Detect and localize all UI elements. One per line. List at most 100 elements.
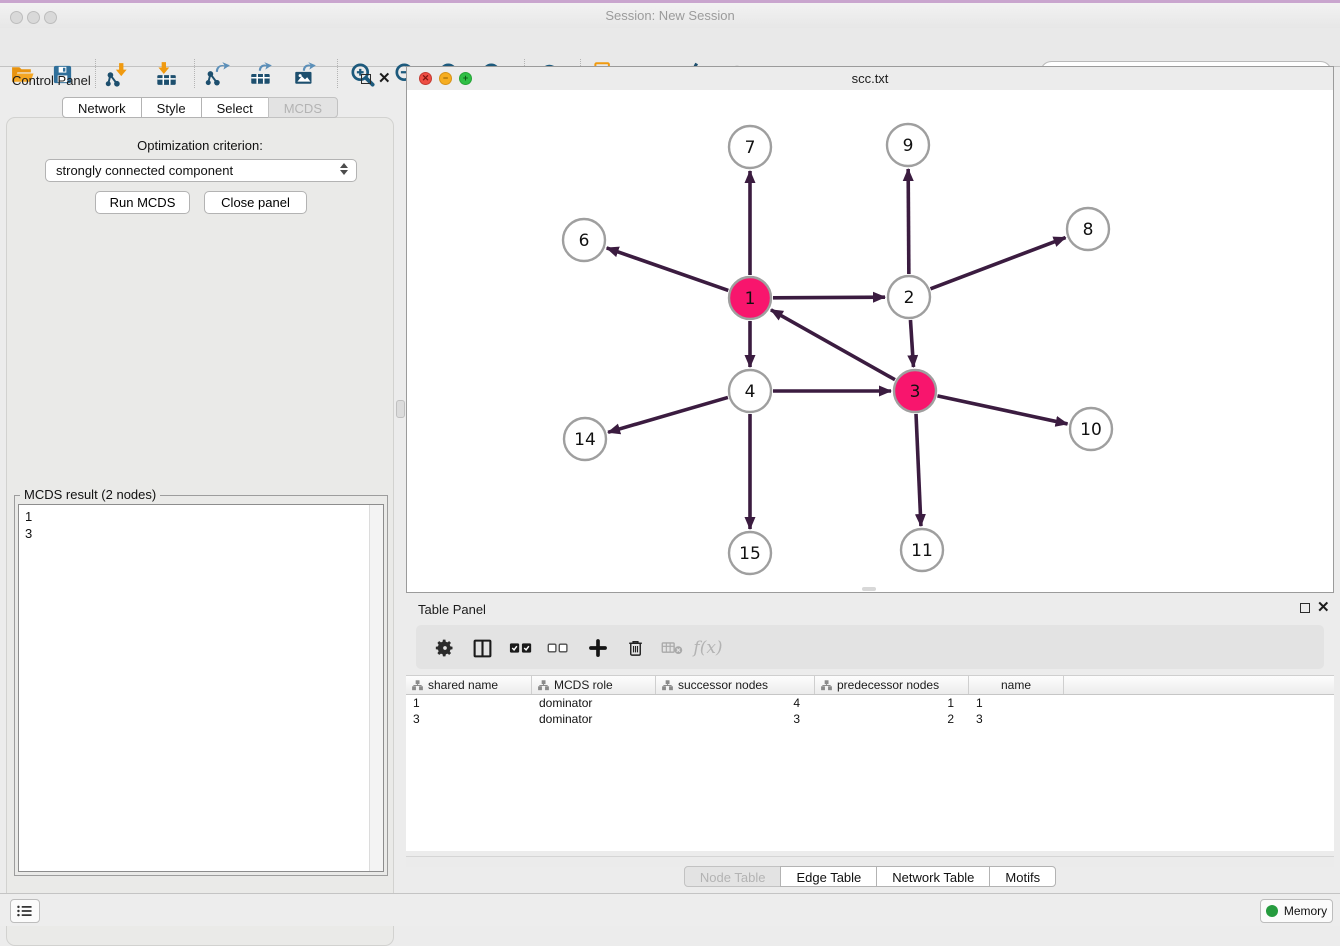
table-cell[interactable]: 3 <box>969 711 1064 727</box>
run-mcds-button[interactable]: Run MCDS <box>95 191 190 214</box>
result-scrollbar[interactable] <box>369 505 383 871</box>
tab-mcds[interactable]: MCDS <box>268 97 338 118</box>
float-table-panel-icon[interactable] <box>1300 603 1310 613</box>
select-spinner-icon <box>340 163 348 175</box>
column-header-name[interactable]: name <box>969 676 1064 694</box>
edge-2-8[interactable] <box>931 238 1066 289</box>
column-header-successor-nodes[interactable]: successor nodes <box>656 676 815 694</box>
node-label: 2 <box>904 288 915 308</box>
network-window: ✕ − + scc.txt 7 9 6 8 1 2 4 3 14 10 15 11 <box>406 66 1334 593</box>
edge-1-6[interactable] <box>607 248 729 290</box>
table-cell[interactable]: dominator <box>532 695 656 711</box>
show-columns-icon[interactable] <box>468 634 496 662</box>
control-panel-header: Control Panel ✕ <box>0 66 400 94</box>
table-cell[interactable]: 1 <box>406 695 532 711</box>
node-label: 10 <box>1080 420 1102 440</box>
column-header-MCDS-role[interactable]: MCDS role <box>532 676 656 694</box>
column-header-label: successor nodes <box>678 678 768 692</box>
create-column-icon[interactable] <box>584 634 612 662</box>
edge-1-2[interactable] <box>773 297 885 298</box>
close-panel-icon[interactable]: ✕ <box>378 71 391 87</box>
tab-node-table[interactable]: Node Table <box>684 866 782 887</box>
node-label: 6 <box>579 231 590 251</box>
table-cell[interactable]: 3 <box>406 711 532 727</box>
delete-table-icon[interactable] <box>658 634 686 662</box>
memory-button[interactable]: Memory <box>1260 899 1333 923</box>
table-toolbar: f(x) <box>416 625 1324 669</box>
float-panel-icon[interactable] <box>361 74 371 84</box>
control-panel: Control Panel ✕ NetworkStyleSelectMCDS O… <box>0 66 400 890</box>
delete-column-icon[interactable] <box>621 634 649 662</box>
table-panel-title: Table Panel <box>418 602 486 617</box>
node-label: 8 <box>1083 220 1094 240</box>
network-bottom-grip[interactable] <box>862 587 876 591</box>
function-builder-icon[interactable]: f(x) <box>694 634 722 662</box>
table-settings-gear-icon[interactable] <box>431 634 459 662</box>
node-7[interactable]: 7 <box>729 126 771 168</box>
optimization-criterion-label: Optimization criterion: <box>7 138 393 153</box>
table-body: 1dominator4113dominator323 <box>406 695 1334 727</box>
close-table-panel-icon[interactable]: ✕ <box>1317 600 1330 616</box>
network-window-titlebar[interactable]: ✕ − + scc.txt <box>407 67 1333 91</box>
edge-3-10[interactable] <box>937 396 1067 424</box>
select-all-rows-icon[interactable] <box>507 634 535 662</box>
edge-4-14[interactable] <box>608 397 728 432</box>
table-cell[interactable]: 4 <box>656 695 815 711</box>
tab-select[interactable]: Select <box>201 97 269 118</box>
tab-style[interactable]: Style <box>141 97 202 118</box>
deselect-all-rows-icon[interactable] <box>544 634 572 662</box>
memory-label: Memory <box>1284 904 1327 918</box>
network-canvas[interactable]: 7 9 6 8 1 2 4 3 14 10 15 11 <box>407 90 1333 592</box>
tab-edge-table[interactable]: Edge Table <box>780 866 877 887</box>
table-cell[interactable]: 3 <box>656 711 815 727</box>
column-header-label: predecessor nodes <box>837 678 939 692</box>
node-label: 1 <box>745 289 756 309</box>
tab-network-table[interactable]: Network Table <box>876 866 990 887</box>
edge-3-11[interactable] <box>916 414 921 526</box>
column-header-shared-name[interactable]: shared name <box>406 676 532 694</box>
edge-2-3[interactable] <box>910 320 913 367</box>
node-9[interactable]: 9 <box>887 124 929 166</box>
table-header-row: shared name MCDS role successor nodes prede… <box>406 675 1334 695</box>
result-line: 3 <box>25 525 377 542</box>
edge-2-9[interactable] <box>908 169 909 274</box>
node-11[interactable]: 11 <box>901 529 943 571</box>
mcds-result-text[interactable]: 13 <box>18 504 384 872</box>
node-label: 7 <box>745 138 756 158</box>
table-cell[interactable]: 1 <box>969 695 1064 711</box>
optimization-criterion-select[interactable]: strongly connected component <box>45 159 357 182</box>
network-graph[interactable]: 7 9 6 8 1 2 4 3 14 10 15 11 <box>407 90 1333 592</box>
node-8[interactable]: 8 <box>1067 208 1109 250</box>
node-10[interactable]: 10 <box>1070 408 1112 450</box>
node-label: 3 <box>910 382 921 402</box>
column-header-label: name <box>1001 678 1031 692</box>
list-icon <box>16 903 34 919</box>
panel-menu-button[interactable] <box>10 899 40 923</box>
edge-3-1[interactable] <box>771 310 895 380</box>
column-header-label: shared name <box>428 678 498 692</box>
tab-network[interactable]: Network <box>62 97 142 118</box>
close-panel-button[interactable]: Close panel <box>204 191 307 214</box>
mcds-result-title: MCDS result (2 nodes) <box>20 487 160 502</box>
table-cell[interactable]: dominator <box>532 711 656 727</box>
table-row[interactable]: 1dominator411 <box>406 695 1334 711</box>
column-type-icon <box>412 680 423 691</box>
node-2[interactable]: 2 <box>888 276 930 318</box>
column-type-icon <box>662 680 673 691</box>
table-cell[interactable]: 2 <box>815 711 969 727</box>
panel-splitter-grip[interactable] <box>396 400 405 418</box>
node-6[interactable]: 6 <box>563 219 605 261</box>
column-header-predecessor-nodes[interactable]: predecessor nodes <box>815 676 969 694</box>
node-4[interactable]: 4 <box>729 370 771 412</box>
node-label: 9 <box>903 136 914 156</box>
node-label: 15 <box>739 544 761 564</box>
node-1[interactable]: 1 <box>729 277 771 319</box>
table-tabs: Node TableEdge TableNetwork TableMotifs <box>406 866 1334 887</box>
result-line: 1 <box>25 508 377 525</box>
node-15[interactable]: 15 <box>729 532 771 574</box>
node-3[interactable]: 3 <box>894 370 936 412</box>
table-cell[interactable]: 1 <box>815 695 969 711</box>
table-row[interactable]: 3dominator323 <box>406 711 1334 727</box>
tab-motifs[interactable]: Motifs <box>989 866 1056 887</box>
node-14[interactable]: 14 <box>564 418 606 460</box>
